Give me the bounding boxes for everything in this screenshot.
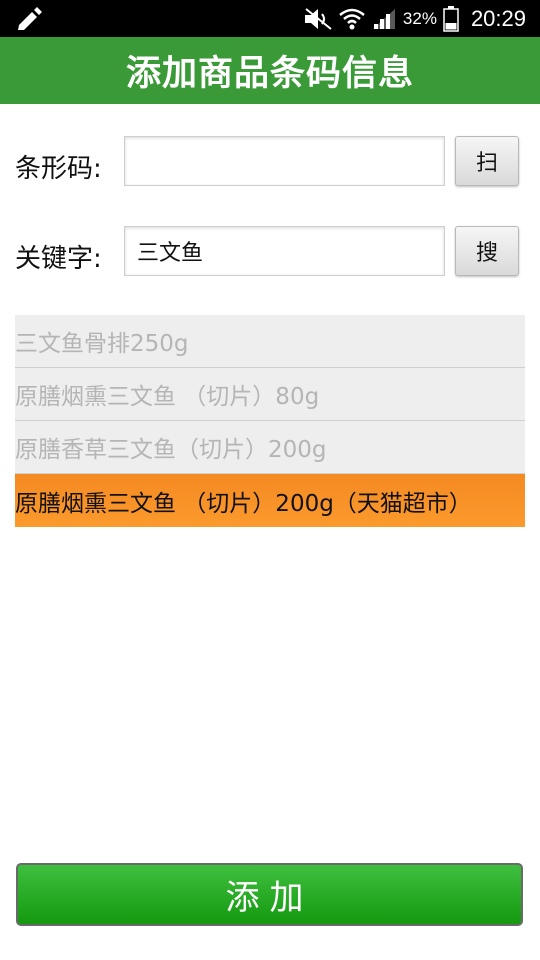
title-bar: 添加商品条码信息 — [0, 37, 540, 104]
search-button[interactable]: 搜 — [455, 226, 519, 276]
battery-icon — [443, 5, 459, 32]
result-item[interactable]: 原膳烟熏三文鱼 （切片）80g — [15, 368, 525, 421]
signal-icon — [372, 8, 395, 29]
barcode-field[interactable] — [124, 136, 445, 186]
keyword-field[interactable] — [124, 226, 445, 276]
results-list: 三文鱼骨排250g 原膳烟熏三文鱼 （切片）80g 原膳香草三文鱼（切片）200… — [15, 315, 525, 527]
result-item-selected[interactable]: 原膳烟熏三文鱼 （切片）200g（天猫超市） — [15, 474, 525, 527]
status-bar: 32% 20:29 — [0, 0, 540, 37]
add-button[interactable]: 添加 — [16, 863, 523, 926]
mute-icon — [304, 7, 332, 30]
wifi-icon — [339, 8, 365, 29]
keyword-label: 关键字: — [15, 244, 102, 274]
battery-percent: 32% — [402, 8, 437, 28]
page-title: 添加商品条码信息 — [125, 54, 414, 94]
status-icons: 32% 20:29 — [303, 0, 526, 37]
keyword-input[interactable] — [125, 227, 444, 275]
result-item[interactable]: 原膳香草三文鱼（切片）200g — [15, 421, 525, 474]
barcode-input[interactable] — [125, 137, 444, 185]
barcode-label: 条形码: — [15, 154, 102, 184]
scan-button[interactable]: 扫 — [455, 136, 519, 186]
edit-icon — [18, 7, 42, 30]
result-item[interactable]: 三文鱼骨排250g — [15, 315, 525, 368]
clock: 20:29 — [470, 5, 526, 31]
